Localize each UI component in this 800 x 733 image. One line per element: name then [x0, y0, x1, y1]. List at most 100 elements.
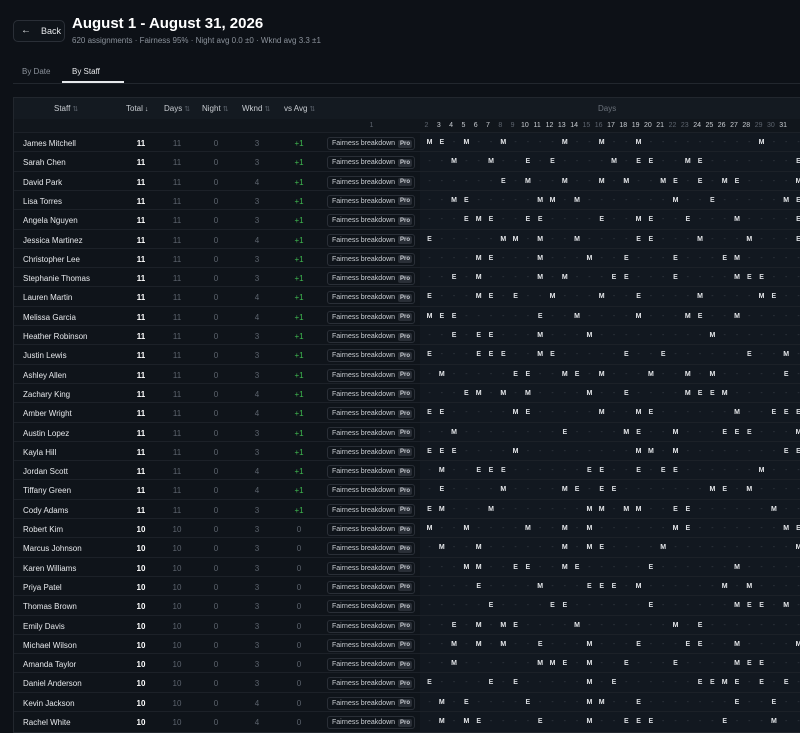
staff-name[interactable]: Christopher Lee: [23, 255, 80, 264]
shift-evening[interactable]: E: [695, 622, 706, 629]
staff-name[interactable]: Sarah Chen: [23, 158, 66, 167]
fairness-breakdown-button[interactable]: Fairness breakdown Pro: [327, 137, 415, 150]
shift-evening[interactable]: E: [522, 158, 533, 165]
shift-morning[interactable]: M: [559, 544, 570, 551]
shift-evening[interactable]: E: [756, 679, 767, 686]
shift-evening[interactable]: E: [707, 679, 718, 686]
shift-evening[interactable]: E: [424, 506, 435, 513]
shift-morning[interactable]: M: [436, 371, 447, 378]
shift-evening[interactable]: E: [781, 409, 792, 416]
staff-name[interactable]: Emily Davis: [23, 622, 65, 631]
fairness-breakdown-button[interactable]: Fairness breakdown Pro: [327, 503, 415, 517]
shift-morning[interactable]: M: [584, 525, 595, 532]
fairness-breakdown-button[interactable]: Fairness breakdown Pro: [327, 696, 415, 710]
shift-evening[interactable]: E: [707, 390, 718, 397]
shift-evening[interactable]: E: [535, 216, 546, 223]
shift-evening[interactable]: E: [486, 467, 497, 474]
shift-morning[interactable]: M: [436, 718, 447, 725]
staff-name[interactable]: Jordan Scott: [23, 467, 68, 476]
shift-evening[interactable]: E: [633, 699, 644, 706]
shift-evening[interactable]: E: [658, 467, 669, 474]
shift-morning[interactable]: M: [473, 274, 484, 281]
shift-evening[interactable]: E: [658, 351, 669, 358]
fairness-breakdown-button[interactable]: Fairness breakdown Pro: [327, 368, 415, 382]
shift-morning[interactable]: M: [781, 602, 792, 609]
shift-evening[interactable]: E: [732, 679, 743, 686]
shift-morning[interactable]: M: [670, 525, 681, 532]
column-header-days[interactable]: Days ⇅: [164, 104, 190, 113]
staff-name[interactable]: Michael Wilson: [23, 641, 77, 650]
shift-evening[interactable]: E: [633, 429, 644, 436]
fairness-breakdown-button[interactable]: Fairness breakdown Pro: [327, 233, 415, 247]
shift-morning[interactable]: M: [596, 506, 607, 513]
shift-morning[interactable]: M: [424, 525, 435, 532]
shift-evening[interactable]: E: [719, 255, 730, 262]
shift-morning[interactable]: M: [559, 371, 570, 378]
shift-morning[interactable]: M: [486, 158, 497, 165]
shift-evening[interactable]: E: [584, 467, 595, 474]
staff-name[interactable]: Karen Williams: [23, 564, 76, 573]
shift-evening[interactable]: E: [633, 718, 644, 725]
staff-name[interactable]: James Mitchell: [23, 139, 76, 148]
staff-name[interactable]: Daniel Anderson: [23, 679, 82, 688]
fairness-breakdown-button[interactable]: Fairness breakdown Pro: [327, 523, 415, 536]
shift-evening[interactable]: E: [621, 351, 632, 358]
shift-evening[interactable]: E: [522, 564, 533, 571]
shift-evening[interactable]: E: [695, 313, 706, 320]
shift-evening[interactable]: E: [424, 448, 435, 455]
shift-evening[interactable]: E: [572, 486, 583, 493]
shift-morning[interactable]: M: [584, 332, 595, 339]
shift-evening[interactable]: E: [486, 602, 497, 609]
shift-morning[interactable]: M: [793, 178, 800, 185]
shift-morning[interactable]: M: [535, 255, 546, 262]
shift-evening[interactable]: E: [732, 178, 743, 185]
shift-evening[interactable]: E: [621, 660, 632, 667]
shift-morning[interactable]: M: [436, 506, 447, 513]
shift-evening[interactable]: E: [768, 699, 779, 706]
shift-morning[interactable]: M: [522, 525, 533, 532]
shift-morning[interactable]: M: [682, 158, 693, 165]
shift-morning[interactable]: M: [732, 602, 743, 609]
shift-evening[interactable]: E: [498, 178, 509, 185]
fairness-breakdown-button[interactable]: Fairness breakdown Pro: [327, 677, 415, 691]
shift-morning[interactable]: M: [547, 660, 558, 667]
shift-evening[interactable]: E: [609, 274, 620, 281]
shift-morning[interactable]: M: [793, 641, 800, 648]
shift-evening[interactable]: E: [486, 351, 497, 358]
shift-morning[interactable]: M: [473, 390, 484, 397]
shift-evening[interactable]: E: [756, 602, 767, 609]
shift-evening[interactable]: E: [719, 429, 730, 436]
fairness-breakdown-button[interactable]: Fairness breakdown Pro: [327, 330, 415, 343]
shift-morning[interactable]: M: [670, 448, 681, 455]
shift-evening[interactable]: E: [633, 236, 644, 243]
shift-morning[interactable]: M: [584, 390, 595, 397]
shift-morning[interactable]: M: [473, 255, 484, 262]
shift-evening[interactable]: E: [744, 429, 755, 436]
shift-evening[interactable]: E: [719, 718, 730, 725]
shift-evening[interactable]: E: [781, 448, 792, 455]
staff-name[interactable]: Priya Patel: [23, 583, 62, 592]
shift-evening[interactable]: E: [424, 679, 435, 686]
shift-evening[interactable]: E: [424, 236, 435, 243]
shift-evening[interactable]: E: [707, 197, 718, 204]
shift-morning[interactable]: M: [719, 178, 730, 185]
shift-evening[interactable]: E: [424, 351, 435, 358]
shift-evening[interactable]: E: [744, 602, 755, 609]
fairness-breakdown-button[interactable]: Fairness breakdown Pro: [327, 638, 415, 652]
shift-morning[interactable]: M: [572, 236, 583, 243]
shift-evening[interactable]: E: [572, 564, 583, 571]
staff-name[interactable]: Stephanie Thomas: [23, 274, 90, 283]
column-header-staff[interactable]: Staff ⇅: [54, 104, 78, 113]
shift-morning[interactable]: M: [473, 544, 484, 551]
shift-morning[interactable]: M: [658, 178, 669, 185]
shift-evening[interactable]: E: [486, 216, 497, 223]
shift-morning[interactable]: M: [559, 525, 570, 532]
shift-morning[interactable]: M: [756, 139, 767, 146]
shift-evening[interactable]: E: [793, 158, 800, 165]
shift-morning[interactable]: M: [584, 679, 595, 686]
shift-morning[interactable]: M: [424, 313, 435, 320]
shift-evening[interactable]: E: [793, 409, 800, 416]
shift-morning[interactable]: M: [719, 583, 730, 590]
shift-evening[interactable]: E: [682, 641, 693, 648]
shift-evening[interactable]: E: [695, 641, 706, 648]
